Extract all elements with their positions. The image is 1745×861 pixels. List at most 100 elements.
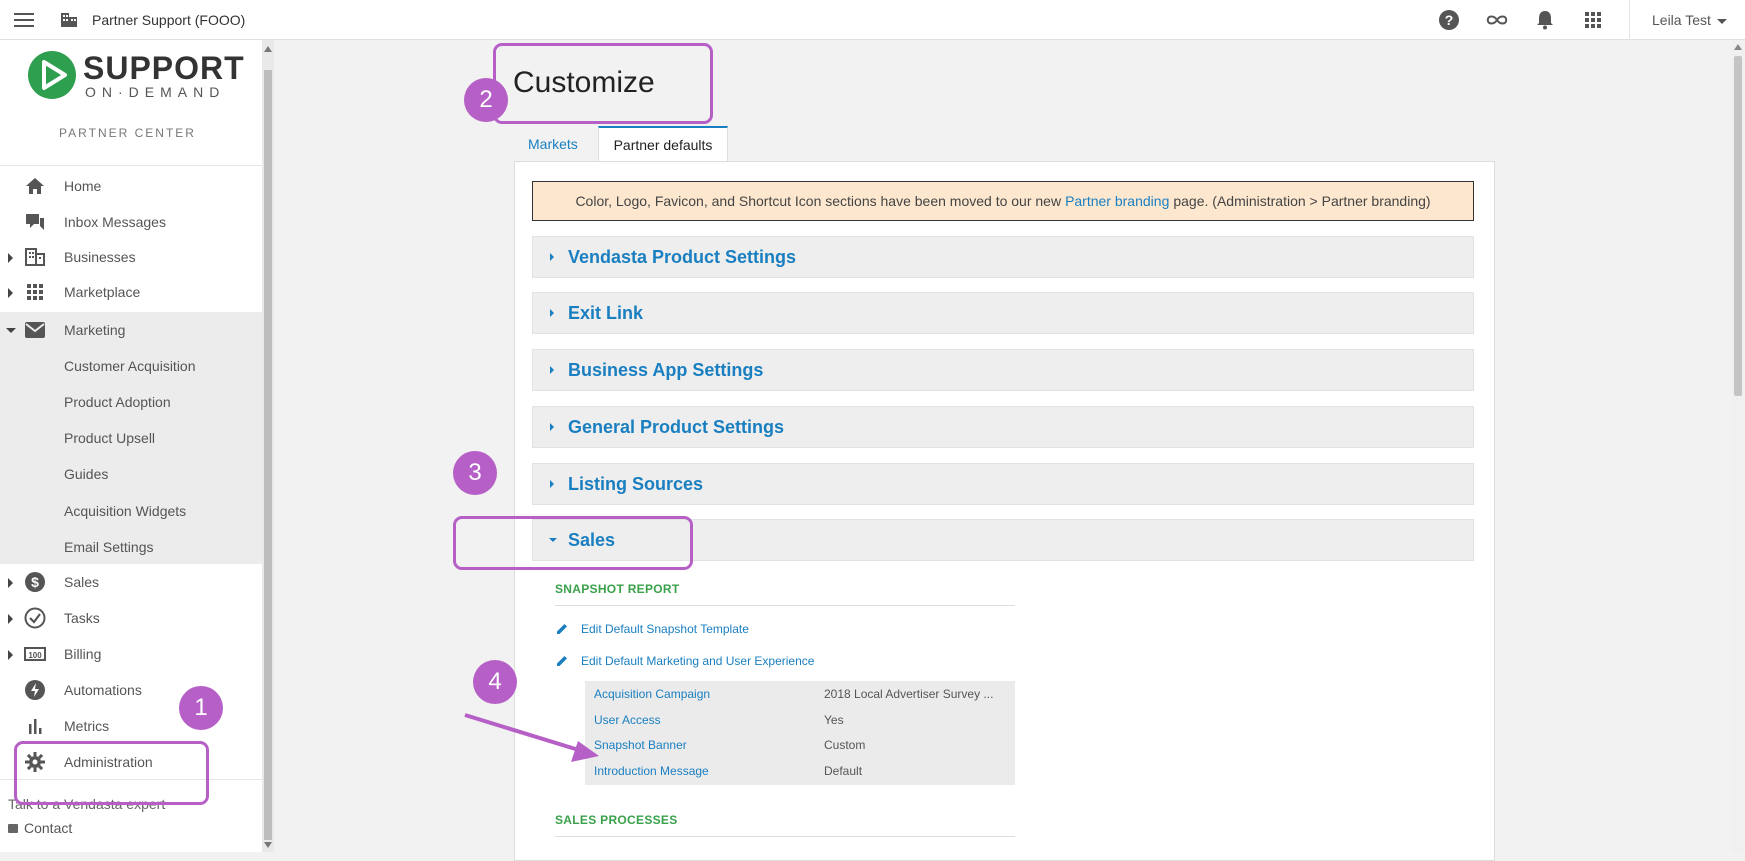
- menu-icon[interactable]: [14, 13, 34, 27]
- apps-grid-icon[interactable]: [1581, 8, 1605, 32]
- accordion-label: Exit Link: [568, 303, 644, 323]
- expand-arrow-icon[interactable]: [8, 650, 13, 660]
- lightning-icon: [24, 680, 46, 700]
- scroll-down-icon[interactable]: [264, 842, 272, 848]
- sidebar-scrollbar[interactable]: [262, 40, 274, 852]
- expand-arrow-icon: [550, 309, 554, 317]
- sidebar-item-billing[interactable]: 100 Billing: [0, 636, 262, 672]
- building-icon: [60, 10, 78, 33]
- accordion-label: Business App Settings: [568, 360, 764, 380]
- sidebar-item-inbox[interactable]: Inbox Messages: [0, 204, 262, 240]
- sidebar-subitem-customer-acquisition[interactable]: Customer Acquisition: [64, 358, 196, 374]
- sidebar-subitem-guides[interactable]: Guides: [64, 466, 108, 482]
- expand-arrow-icon[interactable]: [8, 614, 13, 624]
- divider: [555, 605, 1015, 606]
- tab-partner-defaults[interactable]: Partner defaults: [598, 126, 728, 162]
- expand-arrow-icon[interactable]: [8, 253, 13, 263]
- help-icon[interactable]: ?: [1437, 8, 1461, 32]
- chat-icon: [8, 824, 18, 833]
- logo-subtext: ON·DEMAND: [85, 84, 226, 100]
- svg-text:100: 100: [28, 651, 42, 660]
- divider: [0, 165, 262, 166]
- check-circle-icon: [24, 607, 46, 629]
- sidebar-item-businesses[interactable]: Businesses: [0, 239, 262, 275]
- partner-center-label: PARTNER CENTER: [59, 126, 196, 140]
- table-row: Introduction Message Default: [585, 758, 1015, 784]
- logo-text: SUPPORT: [83, 50, 245, 86]
- sidebar-item-home[interactable]: Home: [0, 168, 262, 204]
- annotation-number-2: 2: [464, 78, 508, 122]
- pencil-icon: [557, 624, 567, 634]
- edit-link-label: Edit Default Snapshot Template: [581, 622, 749, 636]
- bar-chart-icon: [24, 716, 46, 736]
- setting-key-link[interactable]: User Access: [594, 713, 661, 727]
- setting-key-link[interactable]: Acquisition Campaign: [594, 687, 710, 701]
- setting-value: Default: [824, 764, 863, 778]
- user-name: Leila Test: [1652, 12, 1711, 28]
- snapshot-settings-table: Acquisition Campaign 2018 Local Advertis…: [585, 681, 1015, 785]
- apps-grid-icon: [24, 282, 46, 302]
- sidebar-item-metrics[interactable]: Metrics: [0, 708, 262, 744]
- infinity-icon[interactable]: [1485, 8, 1509, 32]
- setting-key-link[interactable]: Snapshot Banner: [594, 738, 687, 752]
- sidebar-item-marketing[interactable]: Marketing: [0, 312, 262, 348]
- setting-key-link[interactable]: Introduction Message: [594, 764, 709, 778]
- sidebar-item-automations[interactable]: Automations: [0, 672, 262, 708]
- sidebar-subitem-product-adoption[interactable]: Product Adoption: [64, 394, 171, 410]
- accordion-listing-sources[interactable]: Listing Sources: [532, 463, 1474, 505]
- top-bar: Partner Support (FOOO) ? Leila Test: [0, 0, 1745, 40]
- expand-arrow-icon: [550, 423, 554, 431]
- partner-branding-link[interactable]: Partner branding: [1065, 193, 1169, 209]
- sidebar-subitem-product-upsell[interactable]: Product Upsell: [64, 430, 155, 446]
- pencil-icon: [557, 656, 567, 666]
- table-row: Acquisition Campaign 2018 Local Advertis…: [585, 681, 1015, 707]
- sidebar-item-label: Inbox Messages: [64, 214, 166, 230]
- chat-icon: [24, 212, 46, 232]
- sidebar-item-label: Marketing: [64, 322, 126, 338]
- accordion-vendasta-product-settings[interactable]: Vendasta Product Settings: [532, 236, 1474, 278]
- sidebar-item-label: Home: [64, 178, 102, 194]
- bell-icon[interactable]: [1533, 8, 1557, 32]
- sidebar-item-marketplace[interactable]: Marketplace: [0, 274, 262, 310]
- snapshot-report-heading: SNAPSHOT REPORT: [555, 582, 680, 596]
- sidebar-subitem-acquisition-widgets[interactable]: Acquisition Widgets: [64, 503, 186, 519]
- edit-link-label: Edit Default Marketing and User Experien…: [581, 654, 815, 668]
- scroll-up-icon[interactable]: [264, 46, 272, 52]
- accordion-label: Vendasta Product Settings: [568, 247, 797, 267]
- main-scrollbar[interactable]: [1731, 40, 1745, 852]
- setting-value: 2018 Local Advertiser Survey ...: [824, 687, 994, 701]
- logo[interactable]: SUPPORT ON·DEMAND: [27, 48, 244, 102]
- billing-icon: 100: [24, 644, 46, 664]
- annotation-number-3: 3: [453, 451, 497, 495]
- annotation-highlight-sales: [453, 516, 693, 570]
- sidebar-item-label: Businesses: [64, 249, 136, 265]
- dollar-icon: $: [24, 572, 46, 592]
- sidebar-item-label: Billing: [64, 646, 102, 662]
- scrollbar-thumb[interactable]: [264, 70, 272, 840]
- collapse-arrow-icon[interactable]: [6, 328, 16, 333]
- sidebar-item-label: Sales: [64, 574, 100, 590]
- edit-marketing-experience-link[interactable]: Edit Default Marketing and User Experien…: [555, 654, 814, 668]
- table-row: User Access Yes: [585, 707, 1015, 733]
- accordion-business-app-settings[interactable]: Business App Settings: [532, 349, 1474, 391]
- partner-name[interactable]: Partner Support (FOOO): [92, 12, 245, 28]
- svg-text:?: ?: [1445, 12, 1454, 28]
- tab-markets[interactable]: Markets: [514, 126, 598, 162]
- contact-link[interactable]: Contact: [8, 820, 72, 836]
- user-menu[interactable]: Leila Test: [1652, 12, 1727, 28]
- accordion-general-product-settings[interactable]: General Product Settings: [532, 406, 1474, 448]
- contact-label: Contact: [24, 820, 73, 836]
- caret-down-icon: [1716, 18, 1727, 24]
- annotation-number-4: 4: [473, 660, 517, 704]
- accordion-exit-link[interactable]: Exit Link: [532, 292, 1474, 334]
- scroll-up-icon[interactable]: [1734, 44, 1742, 50]
- expand-arrow-icon[interactable]: [8, 288, 13, 298]
- divider: [555, 836, 1015, 837]
- edit-snapshot-template-link[interactable]: Edit Default Snapshot Template: [555, 622, 749, 636]
- sidebar-subitem-email-settings[interactable]: Email Settings: [64, 539, 153, 555]
- expand-arrow-icon[interactable]: [8, 578, 13, 588]
- mail-icon: [24, 320, 46, 340]
- sidebar-item-tasks[interactable]: Tasks: [0, 600, 262, 636]
- scrollbar-thumb[interactable]: [1734, 56, 1742, 396]
- sidebar-item-sales[interactable]: $ Sales: [0, 564, 262, 600]
